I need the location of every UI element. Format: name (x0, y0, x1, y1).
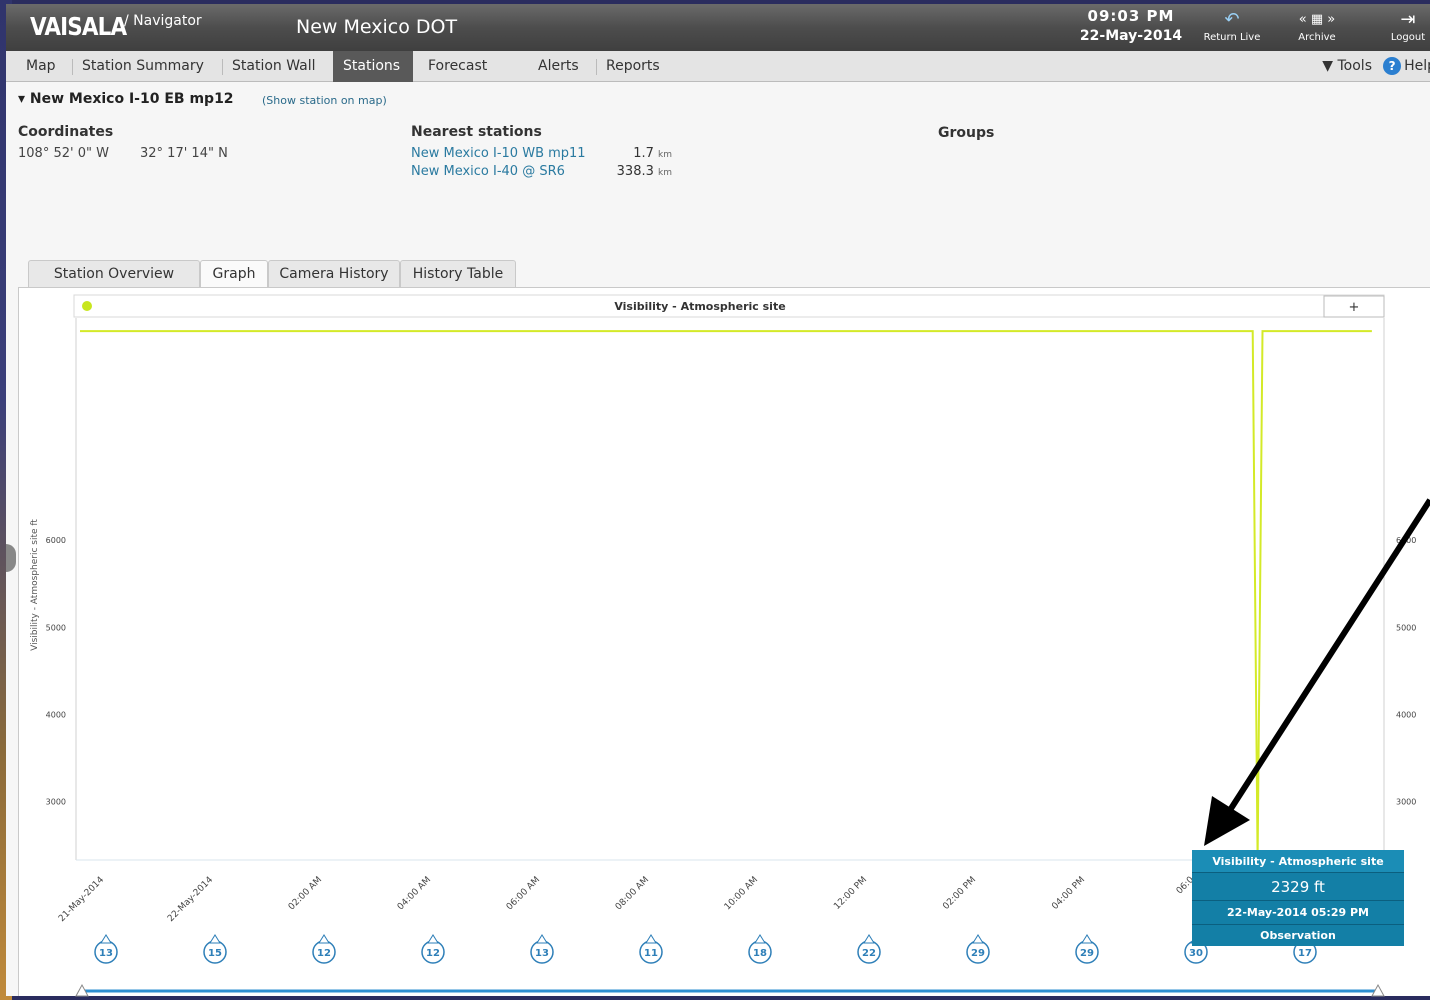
wind-speed-label: 11 (644, 948, 658, 959)
wind-speed-label: 15 (208, 948, 222, 959)
x-tick-label: 02:00 AM (287, 875, 324, 912)
wind-direction-arrow (100, 934, 112, 944)
wind-direction-arrow (972, 934, 984, 944)
wind-speed-label: 13 (535, 948, 549, 959)
data-tooltip: Visibility - Atmospheric site 2329 ft 22… (1192, 850, 1404, 946)
x-ticks: 21-May-2014 22-May-2014 02:00 AM 04:00 AM 06… (57, 875, 1196, 924)
x-tick-label: 22-May-2014 (166, 875, 215, 924)
tooltip-value: 2329 ft (1192, 873, 1404, 901)
wind-speed-label: 12 (317, 948, 331, 959)
x-tick-label: 06:00 AM (505, 875, 542, 912)
wind-speed-label: 29 (1080, 948, 1094, 959)
x-tick-label: 04:00 AM (396, 875, 433, 912)
wind-speed-label: 30 (1189, 948, 1203, 959)
wind-speed-label: 13 (99, 948, 113, 959)
y-tick-label-right: 3000 (1396, 798, 1416, 807)
x-tick-label: 02:00 PM (941, 875, 978, 912)
wind-speed-label: 17 (1298, 948, 1312, 959)
y-tick-label-right: 4000 (1396, 710, 1416, 719)
visibility-series-line[interactable] (80, 330, 1372, 861)
x-tick-label: 12:00 PM (832, 875, 869, 912)
legend-dot[interactable] (82, 301, 92, 311)
plus-icon: + (1349, 300, 1360, 315)
tooltip-title: Visibility - Atmospheric site (1192, 850, 1404, 873)
x-tick-label: 21-May-2014 (57, 875, 106, 924)
tooltip-type: Observation (1260, 929, 1336, 942)
wind-speed-label: 12 (426, 948, 440, 959)
y-tick-label: 5000 (46, 623, 66, 632)
x-tick-label: 10:00 AM (723, 875, 760, 912)
annotation-arrow (1209, 498, 1430, 840)
y-ticks: 30004000500060003000400050006000 (46, 536, 1417, 806)
wind-direction-arrow (863, 934, 875, 944)
chart-title: Visibility - Atmospheric site (614, 300, 785, 313)
x-tick-label: 04:00 PM (1050, 875, 1087, 912)
wind-direction-arrow (536, 934, 548, 944)
wind-speed-label: 22 (862, 948, 876, 959)
y-tick-label: 6000 (46, 536, 66, 545)
wind-speed-label: 18 (753, 948, 767, 959)
annotation-arrow-head (1204, 796, 1250, 846)
wind-speed-label: 29 (971, 948, 985, 959)
y-axis-label: Visibility - Atmospheric site ft (30, 519, 40, 651)
y-tick-label: 4000 (46, 710, 66, 719)
wind-direction-arrow (318, 934, 330, 944)
wind-direction-arrow (1081, 934, 1093, 944)
wind-direction-arrow (209, 934, 221, 944)
y-tick-label: 3000 (46, 798, 66, 807)
wind-direction-arrow (427, 934, 439, 944)
x-tick-label: 08:00 AM (614, 875, 651, 912)
y-tick-label-right: 5000 (1396, 623, 1416, 632)
wind-markers: 13 15 12 12 13 11 18 22 29 29 30 17 (94, 934, 1317, 964)
tooltip-date: 22-May-2014 05:29 PM (1192, 901, 1404, 925)
wind-direction-arrow (754, 934, 766, 944)
wind-direction-arrow (645, 934, 657, 944)
